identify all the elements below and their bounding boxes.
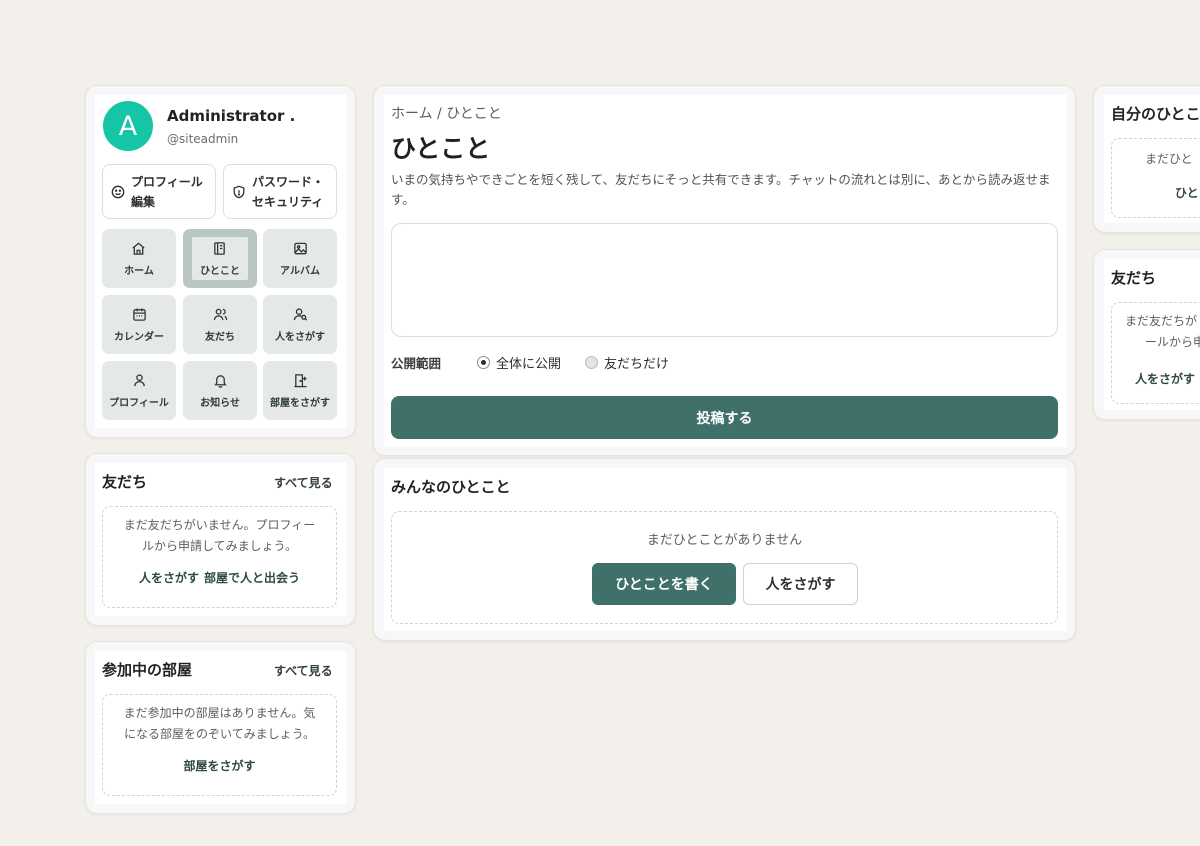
rooms-card: 参加中の部屋 すべて見る まだ参加中の部屋はありません。気 になる部屋をのぞいて…	[85, 641, 356, 814]
nav-calendar[interactable]: カレンダー	[102, 295, 176, 354]
breadcrumb[interactable]: ホーム / ひとこと	[391, 103, 502, 123]
find-rooms-link[interactable]: 部屋をさがす	[183, 759, 255, 773]
hitokoto-textarea[interactable]	[391, 223, 1058, 337]
edit-profile-line2: 編集	[131, 194, 156, 209]
friends-card-inner: 友だち すべて見る まだ友だちがいません。プロフィー ルから申請してみましょう。…	[95, 463, 346, 616]
everyone-empty-text: まだひとことがありません	[646, 533, 803, 548]
find-people-link[interactable]: 人をさがす	[139, 571, 199, 585]
user-search-icon	[293, 307, 307, 321]
profile-handle: @siteadmin	[167, 132, 239, 146]
shield-icon	[233, 185, 245, 198]
edit-profile-line1: プロフィール	[131, 174, 203, 189]
friends-title: 友だち	[102, 473, 148, 491]
friends-empty-state: まだ友だちがいません。プロフィー ルから申請してみましょう。 人をさがす 部屋で…	[102, 506, 337, 608]
everyone-card: みんなのひとこと まだひとことがありません ひとことを書く 人をさがす	[373, 458, 1076, 641]
nav-find-rooms-label: 部屋をさがす	[270, 397, 330, 409]
write-hitokoto-button[interactable]: ひとことを書く	[592, 563, 736, 605]
rooms-see-all-link[interactable]: すべて見る	[274, 662, 333, 679]
friends-empty-text: まだ友だちがいません。プロフィー ルから申請してみましょう。	[103, 515, 336, 557]
rooms-empty-line1: まだ参加中の部屋はありません。気	[123, 706, 316, 720]
nav-hitokoto[interactable]: ひとこと	[183, 229, 257, 288]
my-hitokoto-card-inner: 自分のひとこと まだひと ひと	[1104, 95, 1200, 223]
profile-name: Administrator .	[167, 107, 296, 125]
everyone-title: みんなのひとこと	[391, 478, 511, 496]
scope-public-radio[interactable]: 全体に公開	[477, 353, 561, 372]
rooms-card-inner: 参加中の部屋 すべて見る まだ参加中の部屋はありません。気 になる部屋をのぞいて…	[95, 651, 346, 804]
my-hitokoto-card: 自分のひとこと まだひと ひと	[1093, 85, 1200, 233]
calendar-icon	[132, 307, 146, 321]
smile-icon	[111, 185, 125, 198]
right-friends-card-inner: 友だち まだ友だちが ールから申請 人をさがす	[1104, 259, 1200, 410]
right-find-people-link[interactable]: 人をさがす	[1135, 370, 1195, 387]
scope-friends-radio[interactable]: 友だちだけ	[585, 353, 669, 372]
page-description: いまの気持ちやできごとを短く残して、友だちにそっと共有できます。チャットの流れと…	[391, 172, 1051, 207]
password-line1: パスワード・	[252, 174, 325, 189]
edit-profile-label: プロフィール 編集	[131, 172, 203, 212]
user-icon	[133, 373, 145, 386]
nav-album[interactable]: アルバム	[263, 229, 337, 288]
users-icon	[213, 308, 227, 320]
right-friends-empty-line1: まだ友だちが	[1125, 314, 1198, 328]
everyone-card-inner: みんなのひとこと まだひとことがありません ひとことを書く 人をさがす	[384, 468, 1067, 631]
nav-friends[interactable]: 友だち	[183, 295, 257, 354]
right-friends-empty-state: まだ友だちが ールから申請 人をさがす	[1111, 302, 1200, 404]
nav-notifications[interactable]: お知らせ	[183, 361, 257, 420]
nav-calendar-label: カレンダー	[114, 331, 164, 343]
compose-card-inner: ホーム / ひとこと ひとこと いまの気持ちやできごとを短く残して、友だちにそっ…	[384, 95, 1067, 447]
right-friends-title: 友だち	[1111, 269, 1157, 287]
my-hitokoto-empty-state: まだひと ひと	[1111, 138, 1200, 218]
friends-card: 友だち すべて見る まだ友だちがいません。プロフィー ルから申請してみましょう。…	[85, 453, 356, 626]
notebook-icon	[214, 241, 226, 255]
meet-in-rooms-link[interactable]: 部屋で人と出会う	[204, 571, 300, 585]
bell-icon	[213, 374, 227, 388]
right-friends-empty-line2: ールから申請	[1145, 335, 1200, 349]
friends-see-all-link[interactable]: すべて見る	[274, 474, 333, 491]
rooms-empty-links: 部屋をさがす	[103, 755, 336, 774]
rooms-empty-line2: になる部屋をのぞいてみましょう。	[124, 727, 315, 741]
compose-card: ホーム / ひとこと ひとこと いまの気持ちやできごとを短く残して、友だちにそっ…	[373, 85, 1076, 456]
scope-friends-label: 友だちだけ	[604, 357, 670, 372]
rooms-empty-state: まだ参加中の部屋はありません。気 になる部屋をのぞいてみましょう。 部屋をさがす	[102, 694, 337, 796]
nav-hitokoto-label: ひとこと	[200, 265, 240, 277]
right-friends-empty-text: まだ友だちが ールから申請	[1125, 311, 1200, 353]
radio-unchecked-icon	[585, 356, 598, 369]
nav-profile[interactable]: プロフィール	[102, 361, 176, 420]
nav-find-rooms[interactable]: 部屋をさがす	[263, 361, 337, 420]
nav-album-label: アルバム	[280, 265, 320, 277]
radio-checked-icon	[477, 356, 490, 369]
password-line2: セキュリティ	[252, 194, 324, 209]
my-hitokoto-title: 自分のひとこと	[1111, 105, 1200, 123]
avatar[interactable]: A	[103, 101, 153, 151]
nav-home-label: ホーム	[124, 265, 154, 277]
find-people-button[interactable]: 人をさがす	[743, 563, 858, 605]
my-hitokoto-link[interactable]: ひと	[1175, 184, 1199, 201]
rooms-empty-text: まだ参加中の部屋はありません。気 になる部屋をのぞいてみましょう。	[103, 703, 336, 745]
my-hitokoto-empty-text: まだひと	[1145, 152, 1193, 166]
edit-profile-button[interactable]: プロフィール 編集	[102, 164, 216, 219]
nav-find-people-label: 人をさがす	[275, 331, 325, 343]
password-security-label: パスワード・ セキュリティ	[252, 172, 324, 212]
profile-card: A Administrator . @siteadmin プロフィール 編集 パ…	[85, 85, 356, 438]
right-friends-card: 友だち まだ友だちが ールから申請 人をさがす	[1093, 249, 1200, 420]
profile-card-inner: A Administrator . @siteadmin プロフィール 編集 パ…	[95, 95, 346, 428]
nav-home[interactable]: ホーム	[102, 229, 176, 288]
post-button[interactable]: 投稿する	[391, 396, 1058, 439]
nav-notifications-label: お知らせ	[200, 397, 240, 409]
home-icon	[132, 241, 146, 255]
door-icon	[293, 373, 307, 387]
friends-empty-line2: ルから申請してみましょう。	[142, 539, 297, 553]
page-title: ひとこと	[391, 134, 491, 163]
nav-profile-label: プロフィール	[109, 397, 169, 409]
rooms-title: 参加中の部屋	[102, 661, 193, 679]
scope-label: 公開範囲	[391, 356, 442, 371]
nav-friends-label: 友だち	[205, 331, 235, 343]
friends-empty-line1: まだ友だちがいません。プロフィー	[123, 518, 316, 532]
nav-find-people[interactable]: 人をさがす	[263, 295, 337, 354]
scope-public-label: 全体に公開	[496, 357, 562, 372]
password-security-button[interactable]: パスワード・ セキュリティ	[223, 164, 337, 219]
friends-empty-links: 人をさがす 部屋で人と出会う	[103, 567, 336, 586]
image-icon	[293, 242, 307, 254]
